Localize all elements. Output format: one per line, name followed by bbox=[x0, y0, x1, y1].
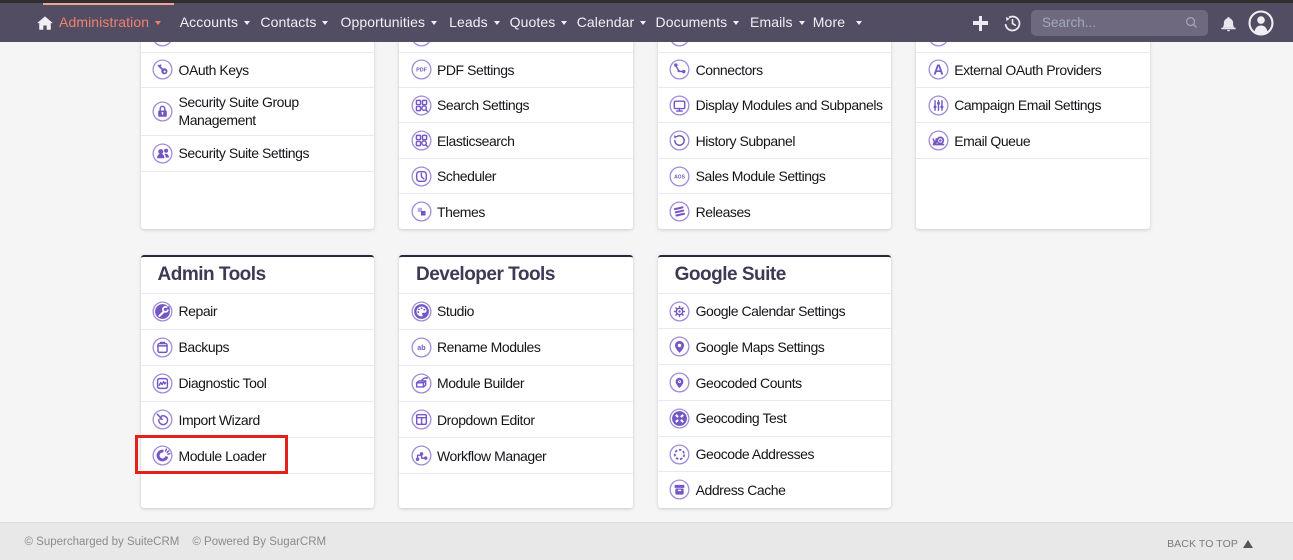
svg-text:ab: ab bbox=[417, 343, 426, 352]
svg-text:A: A bbox=[933, 63, 944, 79]
svg-text:AOS: AOS bbox=[674, 174, 686, 180]
svg-text:PDF: PDF bbox=[416, 68, 427, 74]
